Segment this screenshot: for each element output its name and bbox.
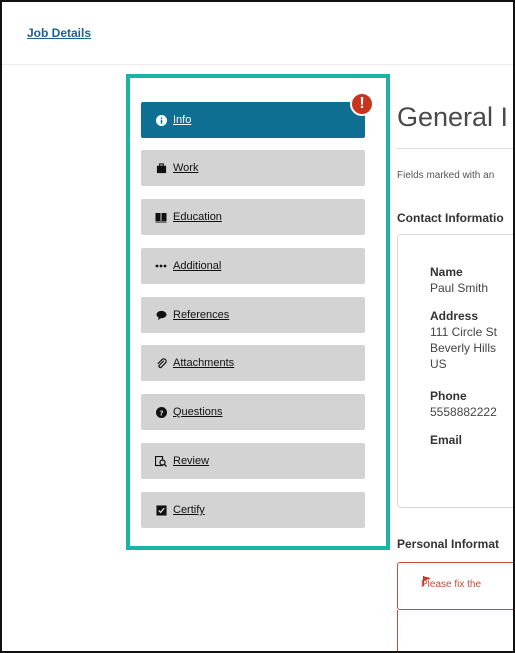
email-label: Email	[430, 433, 463, 447]
nav-item-certify[interactable]: Certify	[141, 492, 365, 528]
nav-item-references[interactable]: References	[141, 297, 365, 333]
nav-item-additional[interactable]: Additional	[141, 248, 365, 284]
address-line-1: 111 Circle St	[430, 325, 497, 339]
nav-item-questions[interactable]: ? Questions	[141, 394, 365, 430]
nav-item-label: Additional	[173, 260, 222, 272]
nav-item-review[interactable]: Review	[141, 443, 365, 479]
name-value: Paul Smith	[430, 281, 489, 295]
nav-item-label: Info	[173, 114, 192, 126]
nav-item-label: Education	[173, 211, 222, 223]
svg-text:?: ?	[159, 408, 163, 417]
address-label: Address	[430, 309, 479, 323]
nav-item-label: Attachments	[173, 357, 235, 369]
divider	[397, 148, 513, 149]
briefcase-icon	[155, 162, 167, 174]
book-icon	[155, 211, 167, 223]
nav-item-label: References	[173, 309, 230, 321]
nav-item-attachments[interactable]: Attachments	[141, 345, 365, 381]
personal-section-title: Personal Informat	[397, 537, 500, 551]
address-line-2: Beverly Hills	[430, 341, 497, 355]
section-nav: Info Work Education Additional Reference	[126, 74, 390, 550]
phone-value: 5558882222	[430, 405, 497, 419]
job-details-link[interactable]: Job Details	[27, 26, 91, 40]
nav-item-work[interactable]: Work	[141, 150, 365, 186]
address-line-3: US	[430, 357, 447, 371]
page-title: General I	[397, 102, 509, 132]
alert-badge: !	[350, 92, 374, 116]
phone-label: Phone	[430, 389, 467, 403]
review-icon	[155, 455, 167, 467]
nav-item-info[interactable]: Info	[141, 102, 365, 138]
nav-item-label: Certify	[173, 504, 205, 516]
nav-item-label: Questions	[173, 406, 223, 418]
info-icon	[155, 114, 167, 126]
question-icon: ?	[155, 406, 167, 418]
form-panel	[397, 610, 513, 651]
nav-item-label: Review	[173, 455, 210, 467]
contact-section-title: Contact Informatio	[397, 211, 504, 225]
required-fields-note: Fields marked with an	[397, 170, 495, 181]
certify-icon	[155, 504, 167, 516]
top-bar: Job Details	[2, 2, 513, 65]
nav-item-label: Work	[173, 162, 199, 174]
error-message: Please fix the	[421, 579, 482, 590]
app-window: Job Details Info Work Education Addition…	[0, 0, 515, 653]
name-label: Name	[430, 265, 463, 279]
speech-bubble-icon	[155, 309, 167, 321]
more-icon	[155, 260, 167, 272]
nav-item-education[interactable]: Education	[141, 199, 365, 235]
paperclip-icon	[155, 357, 167, 369]
